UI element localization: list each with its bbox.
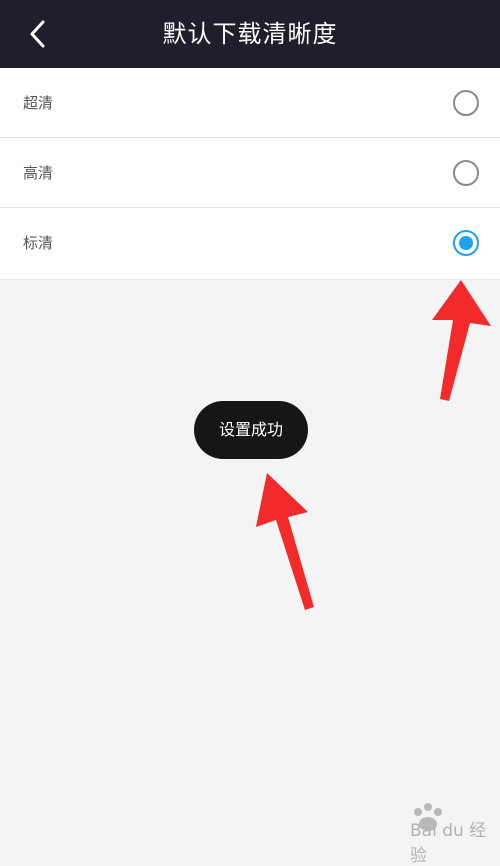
red-arrow-icon xyxy=(432,280,491,401)
red-arrow-icon xyxy=(256,473,314,610)
baidu-watermark: Bai du 经验 xyxy=(382,800,492,866)
watermark-text: Bai du 经验 xyxy=(410,821,487,866)
annotation-arrows xyxy=(256,280,491,610)
